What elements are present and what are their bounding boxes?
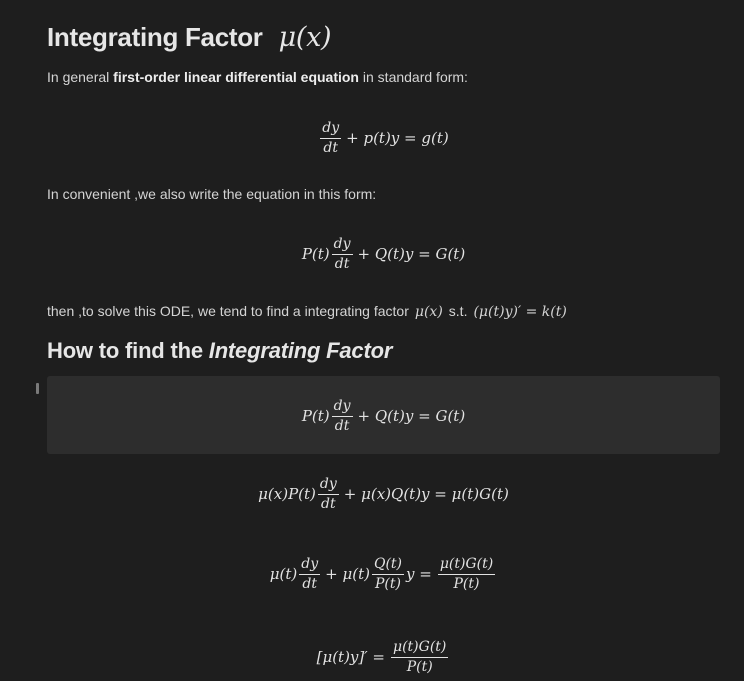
equation-multiplied: μ(x)P(t) dy dt + μ(x)Q(t)y = μ(t)G(t): [47, 474, 720, 514]
inline-math-mu: μ(x): [414, 304, 443, 320]
fraction-mu-g-over-p: μ(t)G(t) P(t): [391, 639, 449, 676]
frac-denominator: dt: [321, 495, 336, 512]
equation-rest: + p(t)y = g(t): [346, 129, 449, 147]
equation-mid: + μ(t): [325, 565, 370, 583]
inline-math-condition: (μ(t)y)′ = k(t): [473, 304, 567, 320]
fraction-dy-dt: dy dt: [331, 236, 353, 273]
fraction-dy-dt: dy dt: [331, 398, 353, 435]
frac-numerator: dy: [317, 476, 339, 495]
frac-numerator: dy: [299, 556, 321, 575]
block-drag-handle[interactable]: [36, 383, 39, 394]
frac-denominator: P(t): [406, 658, 433, 675]
fraction-dy-dt: dy dt: [320, 120, 342, 157]
solve-paragraph: then ,to solve this ODE, we tend to find…: [47, 303, 573, 320]
equation-general-form: P(t) dy dt + Q(t)y = G(t): [47, 234, 720, 274]
intro-prefix: In general: [47, 69, 114, 85]
intro-paragraph: In general first-order linear differenti…: [47, 69, 468, 85]
page-title-text: Integrating Factor: [47, 22, 263, 52]
frac-denominator: dt: [334, 255, 350, 272]
equation-highlighted: P(t) dy dt + Q(t)y = G(t): [47, 396, 720, 436]
frac-denominator: P(t): [453, 575, 480, 592]
fraction-q-over-p: Q(t) P(t): [371, 556, 404, 593]
frac-denominator: P(t): [374, 575, 401, 592]
frac-denominator: dt: [302, 575, 317, 592]
intro-bold: first-order linear differential equation: [113, 69, 359, 85]
section-heading-text: How to find the: [47, 338, 209, 363]
frac-numerator: μ(t)G(t): [437, 556, 496, 575]
fraction-mu-g-over-p: μ(t)G(t) P(t): [437, 556, 496, 593]
fraction-dy-dt: dy dt: [317, 476, 339, 513]
section-heading: How to find the Integrating Factor: [47, 338, 392, 364]
such-that-text: s.t.: [448, 303, 468, 319]
equation-standard-form: dy dt + p(t)y = g(t): [47, 118, 720, 158]
frac-denominator: dt: [334, 417, 350, 434]
intro-suffix: in standard form:: [359, 69, 468, 85]
equation-lead: μ(t): [269, 565, 298, 583]
frac-numerator: dy: [331, 398, 353, 417]
frac-numerator: dy: [320, 120, 342, 139]
equation-rest: + Q(t)y = G(t): [357, 245, 466, 263]
equation-lead: μ(x)P(t): [258, 485, 316, 503]
equation-divided: μ(t) dy dt + μ(t) Q(t) P(t) y = μ(t)G(t)…: [47, 552, 720, 596]
convenient-paragraph: In convenient ,we also write the equatio…: [47, 186, 377, 202]
equation-rest: + μ(x)Q(t)y = μ(t)G(t): [343, 485, 509, 503]
title-math: μ(x): [278, 22, 332, 53]
solve-text: then ,to solve this ODE, we tend to find…: [47, 303, 409, 319]
equation-rest: + Q(t)y = G(t): [357, 407, 466, 425]
frac-denominator: dt: [323, 139, 338, 156]
equation-after: y =: [406, 565, 432, 583]
equation-lead: [μ(t)y]′ =: [316, 648, 385, 666]
page-title: Integrating Factor μ(x): [47, 22, 332, 53]
frac-numerator: μ(t)G(t): [391, 639, 449, 658]
fraction-dy-dt: dy dt: [299, 556, 321, 593]
section-heading-italic: Integrating Factor: [208, 338, 393, 363]
frac-numerator: dy: [331, 236, 353, 255]
frac-numerator: Q(t): [371, 556, 404, 575]
equation-result: [μ(t)y]′ = μ(t)G(t) P(t): [47, 636, 720, 678]
equation-lead: P(t): [301, 245, 330, 263]
equation-lead: P(t): [301, 407, 330, 425]
